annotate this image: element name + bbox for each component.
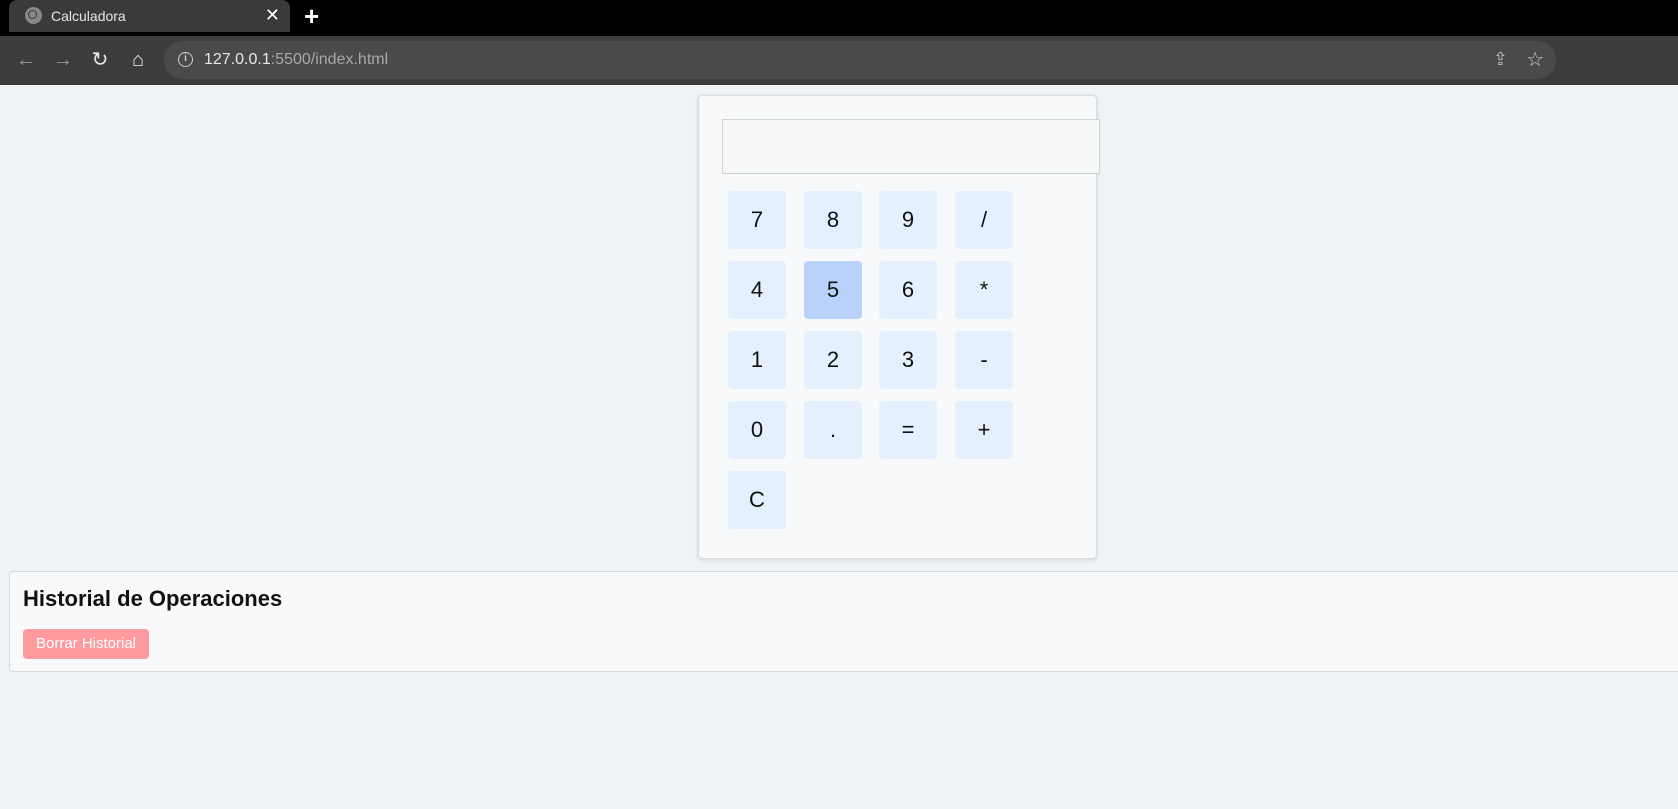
tab-title: Calculadora xyxy=(51,8,126,24)
forward-icon[interactable]: → xyxy=(49,46,77,74)
back-icon[interactable]: ← xyxy=(12,46,40,74)
share-icon[interactable]: ⇪ xyxy=(1493,49,1508,70)
site-info-icon[interactable]: i xyxy=(178,52,193,67)
key-1[interactable]: 1 xyxy=(728,331,786,389)
key-7[interactable]: 7 xyxy=(728,191,786,249)
bookmark-star-icon[interactable]: ☆ xyxy=(1526,47,1544,72)
key-multiply[interactable]: * xyxy=(955,261,1013,319)
key-divide[interactable]: / xyxy=(955,191,1013,249)
key-3[interactable]: 3 xyxy=(879,331,937,389)
key-equals[interactable]: = xyxy=(879,401,937,459)
key-decimal[interactable]: . xyxy=(804,401,862,459)
history-panel: Historial de Operaciones Borrar Historia… xyxy=(9,571,1678,672)
key-clear[interactable]: C xyxy=(728,471,786,529)
key-0[interactable]: 0 xyxy=(728,401,786,459)
key-subtract[interactable]: - xyxy=(955,331,1013,389)
browser-tab-bar: Calculadora ✕ + xyxy=(0,0,1678,36)
address-bar[interactable]: i 127.0.0.1:5500/index.html ⇪ ☆ xyxy=(164,41,1556,79)
key-add[interactable]: + xyxy=(955,401,1013,459)
new-tab-icon[interactable]: + xyxy=(304,2,319,30)
calculator-display[interactable] xyxy=(722,119,1100,174)
key-9[interactable]: 9 xyxy=(879,191,937,249)
url-text: 127.0.0.1:5500/index.html xyxy=(204,51,388,69)
key-8[interactable]: 8 xyxy=(804,191,862,249)
history-title: Historial de Operaciones xyxy=(23,586,283,611)
browser-toolbar: ← → ↻ ⌂ i 127.0.0.1:5500/index.html ⇪ ☆ xyxy=(0,36,1678,85)
clear-history-button[interactable]: Borrar Historial xyxy=(23,629,149,659)
url-path: :5500/index.html xyxy=(270,51,389,68)
globe-icon xyxy=(25,7,42,24)
url-host: 127.0.0.1 xyxy=(204,51,271,68)
tab-close-icon[interactable]: ✕ xyxy=(265,5,280,25)
browser-tab[interactable]: Calculadora ✕ xyxy=(9,0,290,32)
key-4[interactable]: 4 xyxy=(728,261,786,319)
key-2[interactable]: 2 xyxy=(804,331,862,389)
key-5[interactable]: 5 xyxy=(804,261,862,319)
calculator: 7 8 9 / 4 5 6 * 1 2 3 - 0 . = + C xyxy=(698,95,1100,559)
home-icon[interactable]: ⌂ xyxy=(124,46,152,74)
reload-icon[interactable]: ↻ xyxy=(86,46,114,74)
key-6[interactable]: 6 xyxy=(879,261,937,319)
